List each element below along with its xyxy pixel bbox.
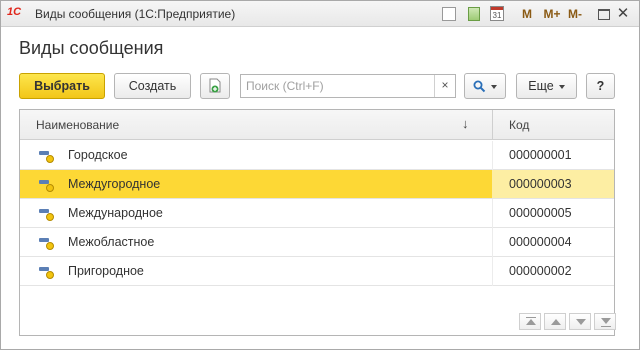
cell-divider [492,228,493,257]
select-button[interactable]: Выбрать [19,73,105,99]
window-title: Виды сообщения (1С:Предприятие) [35,7,236,21]
row-code: 000000001 [509,148,572,162]
catalog-item-icon [39,151,54,163]
row-name: Пригородное [68,264,144,278]
catalog-item-icon [39,209,54,221]
sort-arrow-icon: ↓ [462,116,469,131]
row-name: Межобластное [68,235,155,249]
calendar-icon[interactable]: 31 [490,6,504,21]
restore-window-icon[interactable] [598,9,610,20]
document-icon[interactable] [442,7,456,21]
app-logo-icon: 1С [7,6,22,18]
chevron-down-icon [558,84,565,89]
catalog-item-icon [39,238,54,250]
row-name: Междугородное [68,177,161,191]
close-icon[interactable]: ✕ [615,6,631,22]
last-bar-icon [601,326,611,327]
table-row[interactable]: Городское 000000001 [20,141,614,170]
chevron-down-icon [491,84,497,89]
column-divider[interactable] [492,110,493,140]
page-title: Виды сообщения [19,38,164,58]
list-table[interactable]: Наименование ↓ Код Городское 000000001 М… [19,109,615,336]
down-arrow-icon [601,318,611,324]
more-button-label: Еще [528,79,554,93]
magnifier-icon [473,80,486,93]
help-button[interactable]: ? [586,73,615,99]
row-code: 000000003 [509,177,572,191]
memory-button[interactable]: M [520,6,534,22]
memory-plus-button[interactable]: M+ [541,6,563,22]
first-bar-icon [526,317,536,318]
table-row[interactable]: Международное 000000005 [20,199,614,228]
column-header-code[interactable]: Код [509,118,529,132]
row-name: Международное [68,206,163,220]
row-name: Городское [68,148,128,162]
search-box: × [240,74,456,98]
row-code: 000000005 [509,206,572,220]
memory-minus-button[interactable]: M- [565,6,585,22]
scroll-to-first-button[interactable] [519,313,541,330]
down-arrow-icon [576,319,586,325]
dialog-window: 1С Виды сообщения (1С:Предприятие) 31 M … [0,0,640,350]
catalog-item-icon [39,267,54,279]
scroll-down-button[interactable] [569,313,591,330]
cell-divider [492,141,493,170]
title-bar: 1С Виды сообщения (1С:Предприятие) 31 M … [1,1,639,27]
table-row[interactable]: Межобластное 000000004 [20,228,614,257]
copy-button[interactable] [200,73,230,99]
column-header-name[interactable]: Наименование [36,118,119,132]
up-arrow-icon [551,319,561,325]
up-arrow-icon [526,319,536,325]
search-button[interactable] [464,73,506,99]
more-button[interactable]: Еще [516,73,577,99]
table-row[interactable]: Пригородное 000000002 [20,257,614,286]
table-header: Наименование ↓ Код [20,110,614,140]
row-code: 000000002 [509,264,572,278]
catalog-item-icon [39,180,54,192]
cell-divider [492,257,493,286]
table-row-selected[interactable]: Междугородное 000000003 [20,170,614,199]
row-code: 000000004 [509,235,572,249]
copy-item-icon [209,78,221,93]
search-input[interactable] [241,75,434,97]
scroll-up-button[interactable] [544,313,566,330]
scroll-to-last-button[interactable] [594,313,616,330]
create-button[interactable]: Создать [114,73,191,99]
calculator-icon[interactable] [468,7,480,21]
clear-search-button[interactable]: × [434,75,455,97]
cell-divider [492,199,493,228]
